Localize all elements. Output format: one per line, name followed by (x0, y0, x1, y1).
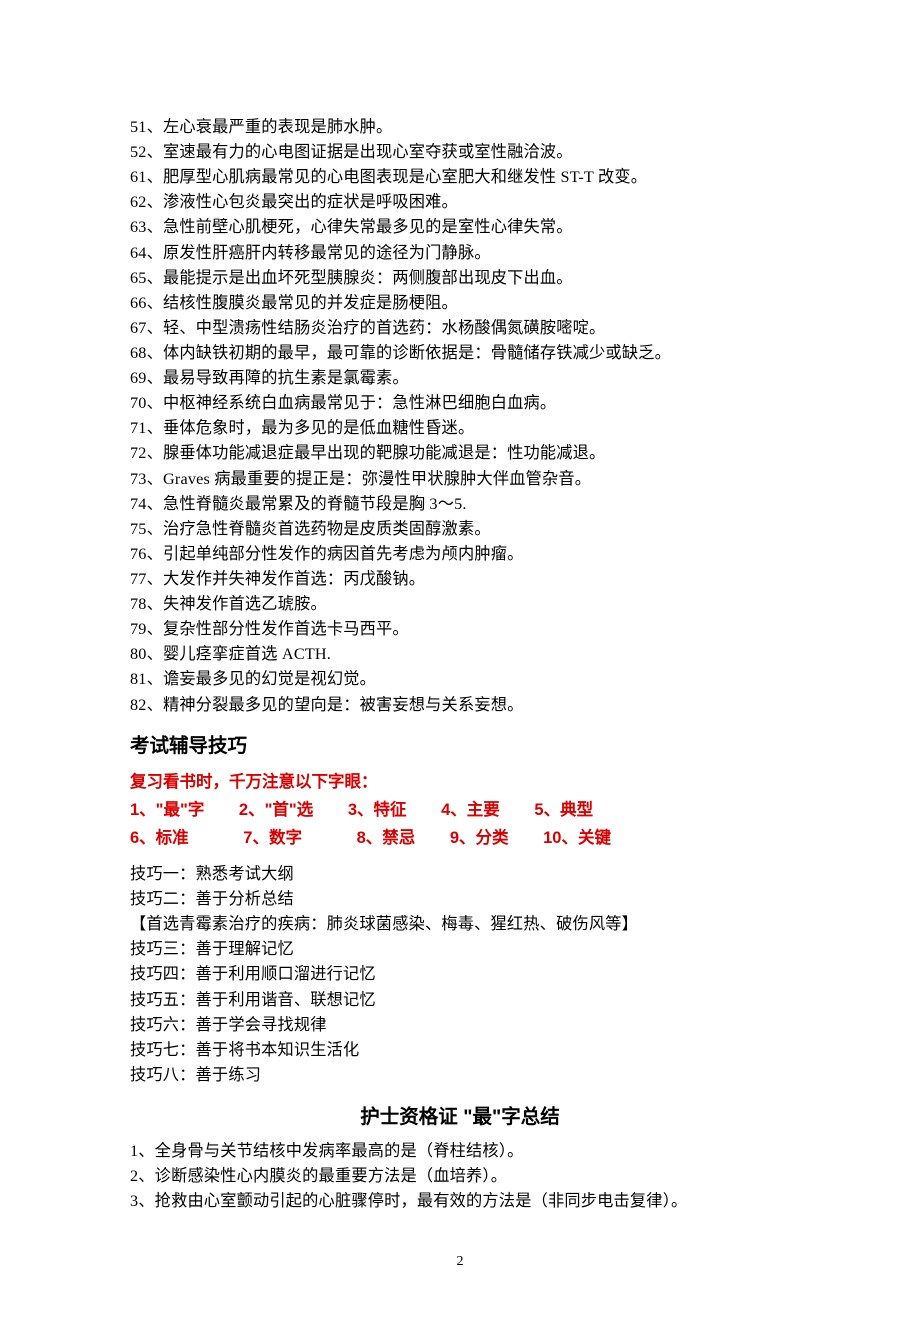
kw-4: 4、主要 (441, 801, 500, 819)
list1-item: 80、婴儿痉挛症首选 ACTH. (130, 642, 790, 667)
document-page: 51、左心衰最严重的表现是肺水肿。52、室速最有力的心电图证据是出现心室夺获或室… (0, 0, 920, 1342)
list1-item: 66、结核性腹膜炎最常见的并发症是肠梗阻。 (130, 291, 790, 316)
list1-item: 71、垂体危象时，最为多见的是低血糖性昏迷。 (130, 416, 790, 441)
list1-item: 75、治疗急性脊髓炎首选药物是皮质类固醇激素。 (130, 517, 790, 542)
list1-item: 64、原发性肝癌肝内转移最常见的途径为门静脉。 (130, 241, 790, 266)
list1-item: 61、肥厚型心肌病最常见的心电图表现是心室肥大和继发性 ST-T 改变。 (130, 165, 790, 190)
list1-item: 82、精神分裂最多见的望向是：被害妄想与关系妄想。 (130, 693, 790, 718)
tips-item: 技巧七：善于将书本知识生活化 (130, 1038, 790, 1063)
heading2-suffix: 字总结 (501, 1106, 560, 1128)
red-keywords-block: 复习看书时，千万注意以下字眼： 1、"最"字 2、"首"选 3、特征 4、主要 … (130, 768, 790, 852)
list1-item: 78、失神发作首选乙琥胺。 (130, 592, 790, 617)
tips-item: 【首选青霉素治疗的疾病：肺炎球菌感染、梅毒、猩红热、破伤风等】 (130, 912, 790, 937)
tips-item: 技巧八：善于练习 (130, 1063, 790, 1088)
list2-item: 2、诊断感染性心内膜炎的最重要方法是（血培养）。 (130, 1164, 790, 1189)
list1-item: 67、轻、中型溃疡性结肠炎治疗的首选药：水杨酸偶氮磺胺嘧啶。 (130, 316, 790, 341)
heading2-quote: "最" (463, 1106, 501, 1128)
tips-item: 技巧一：熟悉考试大纲 (130, 862, 790, 887)
list1-item: 81、谵妄最多见的幻觉是视幻觉。 (130, 667, 790, 692)
list1-item: 77、大发作并失神发作首选：丙戊酸钠。 (130, 567, 790, 592)
red-keywords-row-1: 1、"最"字 2、"首"选 3、特征 4、主要 5、典型 (130, 796, 790, 824)
page-number: 2 (130, 1251, 790, 1273)
red-keywords-row-2: 6、标准 7、数字 8、禁忌 9、分类 10、关键 (130, 824, 790, 852)
numbered-list-block-1: 51、左心衰最严重的表现是肺水肿。52、室速最有力的心电图证据是出现心室夺获或室… (130, 115, 790, 718)
list1-item: 68、体内缺铁初期的最早，最可靠的诊断依据是：骨髓储存铁减少或缺乏。 (130, 341, 790, 366)
list1-item: 62、渗液性心包炎最突出的症状是呼吸困难。 (130, 190, 790, 215)
kw-7: 7、数字 (243, 829, 302, 847)
list1-item: 63、急性前壁心肌梗死，心律失常最多见的是室性心律失常。 (130, 215, 790, 240)
tips-item: 技巧三：善于理解记忆 (130, 937, 790, 962)
list2-item: 1、全身骨与关节结核中发病率最高的是（脊柱结核）。 (130, 1139, 790, 1164)
study-tips-block: 技巧一：熟悉考试大纲技巧二：善于分析总结【首选青霉素治疗的疾病：肺炎球菌感染、梅… (130, 862, 790, 1088)
kw-6: 6、标准 (130, 829, 189, 847)
kw-3: 3、特征 (348, 801, 407, 819)
list1-item: 51、左心衰最严重的表现是肺水肿。 (130, 115, 790, 140)
kw-2: 2、"首"选 (239, 801, 313, 819)
tips-item: 技巧四：善于利用顺口溜进行记忆 (130, 962, 790, 987)
section-heading-zui-summary: 护士资格证 "最"字总结 (130, 1102, 790, 1132)
tips-item: 技巧二：善于分析总结 (130, 887, 790, 912)
list1-item: 70、中枢神经系统白血病最常见于：急性淋巴细胞白血病。 (130, 391, 790, 416)
kw-9: 9、分类 (450, 829, 509, 847)
list1-item: 52、室速最有力的心电图证据是出现心室夺获或室性融洽波。 (130, 140, 790, 165)
numbered-list-block-2: 1、全身骨与关节结核中发病率最高的是（脊柱结核）。2、诊断感染性心内膜炎的最重要… (130, 1139, 790, 1214)
kw-8: 8、禁忌 (357, 829, 416, 847)
list1-item: 76、引起单纯部分性发作的病因首先考虑为颅内肿瘤。 (130, 542, 790, 567)
heading2-prefix: 护士资格证 (360, 1106, 463, 1128)
list1-item: 79、复杂性部分性发作首选卡马西平。 (130, 617, 790, 642)
section-heading-exam-tips: 考试辅导技巧 (130, 731, 790, 761)
tips-item: 技巧六：善于学会寻找规律 (130, 1013, 790, 1038)
list1-item: 69、最易导致再障的抗生素是氯霉素。 (130, 366, 790, 391)
kw-5: 5、典型 (534, 801, 593, 819)
kw-1: 1、"最"字 (130, 801, 204, 819)
kw-10: 10、关键 (543, 829, 611, 847)
list1-item: 65、最能提示是出血坏死型胰腺炎：两侧腹部出现皮下出血。 (130, 266, 790, 291)
list1-item: 72、腺垂体功能减退症最早出现的靶腺功能减退是：性功能减退。 (130, 441, 790, 466)
list1-item: 73、Graves 病最重要的提正是：弥漫性甲状腺肿大伴血管杂音。 (130, 467, 790, 492)
red-intro-line: 复习看书时，千万注意以下字眼： (130, 768, 790, 796)
list1-item: 74、急性脊髓炎最常累及的脊髓节段是胸 3～5. (130, 492, 790, 517)
tips-item: 技巧五：善于利用谐音、联想记忆 (130, 988, 790, 1013)
list2-item: 3、抢救由心室颤动引起的心脏骤停时，最有效的方法是（非同步电击复律）。 (130, 1189, 790, 1214)
